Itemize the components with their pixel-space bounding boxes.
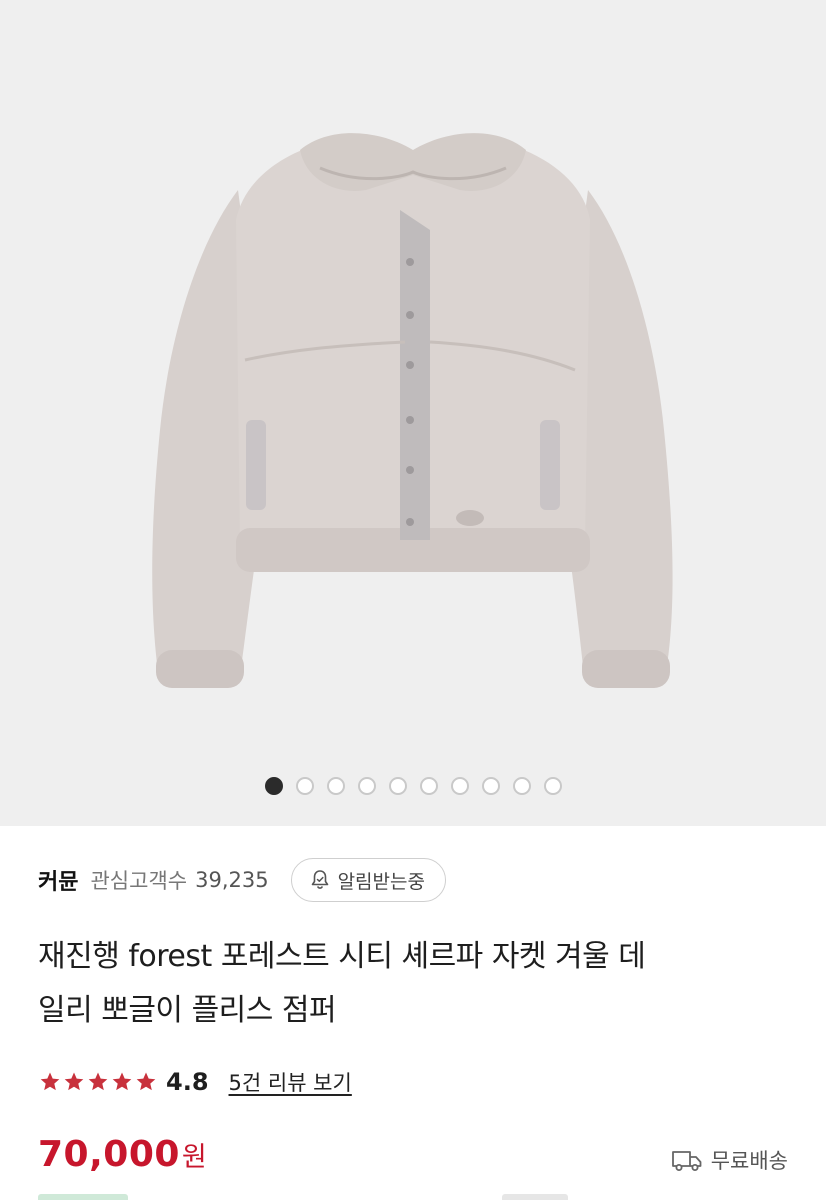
star-icon [136, 1072, 156, 1091]
bottom-tag-strip [38, 1194, 798, 1200]
carousel-dot[interactable] [264, 777, 283, 795]
notification-toggle-button[interactable]: 알림받는중 [290, 858, 446, 902]
seller-name[interactable]: 커뮨 [38, 864, 78, 896]
carousel-indicator [0, 775, 826, 797]
carousel-dot[interactable] [295, 777, 314, 795]
star-icon [40, 1072, 60, 1091]
shipping-info: 무료배송 [671, 1140, 788, 1180]
carousel-dot[interactable] [357, 777, 376, 795]
product-image-carousel[interactable] [0, 0, 826, 826]
price-currency: 원 [181, 1142, 207, 1173]
star-icon [64, 1072, 84, 1091]
notification-toggle-label: 알림받는중 [337, 870, 425, 893]
bell-icon [311, 870, 328, 889]
carousel-dot[interactable] [450, 777, 469, 795]
price-row: 70,000 원 [38, 1134, 207, 1186]
followers-count: 39,235 [195, 868, 269, 892]
price-value: 70,000 [38, 1134, 180, 1175]
product-title-line: 일리 뽀글이 플리스 점퍼 [38, 993, 337, 1028]
review-link[interactable]: 5건 리뷰 보기 [229, 1067, 352, 1097]
carousel-dot[interactable] [419, 777, 438, 795]
product-title-line: 재진행 forest 포레스트 시티 셰르파 자켓 겨울 데 [38, 939, 646, 974]
carousel-dot[interactable] [481, 777, 500, 795]
rating-value: 4.8 [166, 1068, 209, 1096]
shipping-label: 무료배송 [710, 1149, 788, 1173]
star-icon [112, 1072, 132, 1091]
seller-row: 커뮨 관심고객수 39,235 알림받는중 [38, 856, 798, 904]
product-image-jacket [152, 133, 673, 688]
tag-chip [38, 1194, 128, 1200]
carousel-dot[interactable] [388, 777, 407, 795]
tag-chip [502, 1194, 568, 1200]
carousel-dot[interactable] [512, 777, 531, 795]
product-title: 재진행 forest 포레스트 시티 셰르파 자켓 겨울 데 일리 뽀글이 플리… [38, 930, 798, 1038]
truck-icon [671, 1151, 702, 1171]
followers-label: 관심고객수 [90, 869, 188, 893]
carousel-dot[interactable] [326, 777, 345, 795]
rating-row: 4.8 5건 리뷰 보기 [38, 1062, 352, 1102]
carousel-dot[interactable] [543, 777, 562, 795]
star-icon [88, 1072, 108, 1091]
rating-stars [38, 1070, 158, 1094]
